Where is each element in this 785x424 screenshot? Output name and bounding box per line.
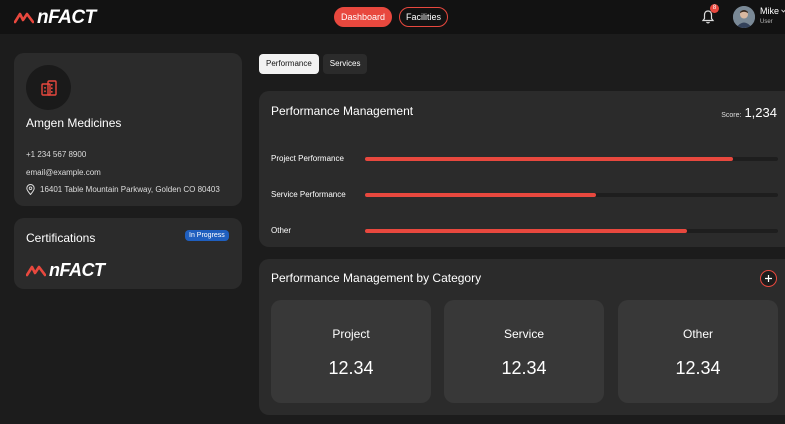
- add-category-button[interactable]: [760, 270, 777, 287]
- nfact-logo-icon: [14, 12, 34, 24]
- building-icon: [40, 79, 57, 96]
- user-name[interactable]: Mike: [760, 6, 779, 16]
- category-card: Performance Management by Category Proje…: [259, 259, 785, 415]
- company-name: Amgen Medicines: [26, 116, 122, 130]
- nav-dashboard-button[interactable]: Dashboard: [334, 7, 392, 27]
- company-address-text: 16401 Table Mountain Parkway, Golden CO …: [40, 185, 220, 194]
- content-tabs: Performance Services: [259, 54, 368, 74]
- performance-title: Performance Management: [271, 104, 414, 118]
- avatar-person-icon: [733, 6, 755, 28]
- progress-track: [365, 193, 778, 197]
- category-tile-service[interactable]: Service 12.34: [444, 300, 604, 403]
- nav-facilities-button[interactable]: Facilities: [399, 7, 448, 27]
- performance-row-label: Other: [271, 226, 292, 235]
- company-phone[interactable]: +1 234 567 8900: [26, 150, 86, 159]
- company-email[interactable]: email@example.com: [26, 168, 101, 177]
- score-value: 1,234: [744, 105, 777, 120]
- company-address: 16401 Table Mountain Parkway, Golden CO …: [26, 184, 220, 195]
- category-tile-value: 12.34: [675, 358, 721, 378]
- brand-logo[interactable]: nFACT: [14, 7, 96, 29]
- progress-track: [365, 229, 778, 233]
- certification-logo-text: nFACT: [49, 260, 105, 280]
- certifications-title: Certifications: [26, 231, 96, 245]
- brand-name: nFACT: [37, 7, 96, 28]
- category-tile-value: 12.34: [328, 358, 374, 378]
- plus-icon: [765, 275, 772, 282]
- progress-fill: [365, 193, 597, 197]
- company-card: Amgen Medicines +1 234 567 8900 email@ex…: [14, 53, 242, 206]
- user-role: User: [760, 19, 773, 25]
- performance-row: Other: [271, 225, 781, 237]
- category-tile-label: Project: [332, 327, 370, 341]
- chevron-down-icon[interactable]: [781, 9, 785, 13]
- category-tile-value: 12.34: [501, 358, 547, 378]
- performance-card: Performance Management Score: 1,234 Proj…: [259, 91, 785, 247]
- performance-score: Score: 1,234: [721, 105, 777, 120]
- category-title: Performance Management by Category: [271, 271, 482, 285]
- tab-performance[interactable]: Performance: [259, 54, 319, 74]
- location-pin-icon: [26, 184, 35, 195]
- category-tile-other[interactable]: Other 12.34: [618, 300, 778, 403]
- performance-row: Service Performance: [271, 189, 781, 201]
- company-icon-wrap: [26, 65, 71, 110]
- category-tile-project[interactable]: Project 12.34: [271, 300, 431, 403]
- performance-row: Project Performance: [271, 153, 781, 165]
- performance-row-label: Project Performance: [271, 154, 344, 163]
- score-label: Score:: [721, 112, 742, 119]
- performance-row-label: Service Performance: [271, 190, 346, 199]
- progress-track: [365, 157, 778, 161]
- progress-fill: [365, 157, 733, 161]
- nfact-logo-icon: [26, 265, 46, 276]
- certification-logo: nFACT: [26, 260, 105, 281]
- certifications-card: Certifications In Progress nFACT: [14, 218, 242, 289]
- category-tile-label: Service: [503, 327, 544, 341]
- notification-badge: 8: [710, 4, 719, 13]
- progress-fill: [365, 229, 688, 233]
- top-navbar: nFACT Dashboard Facilities 8 Mike User: [0, 0, 785, 34]
- tab-services[interactable]: Services: [322, 54, 368, 74]
- category-tile-label: Other: [682, 327, 713, 341]
- user-avatar[interactable]: [733, 6, 755, 28]
- certification-status-badge: In Progress: [185, 230, 229, 241]
